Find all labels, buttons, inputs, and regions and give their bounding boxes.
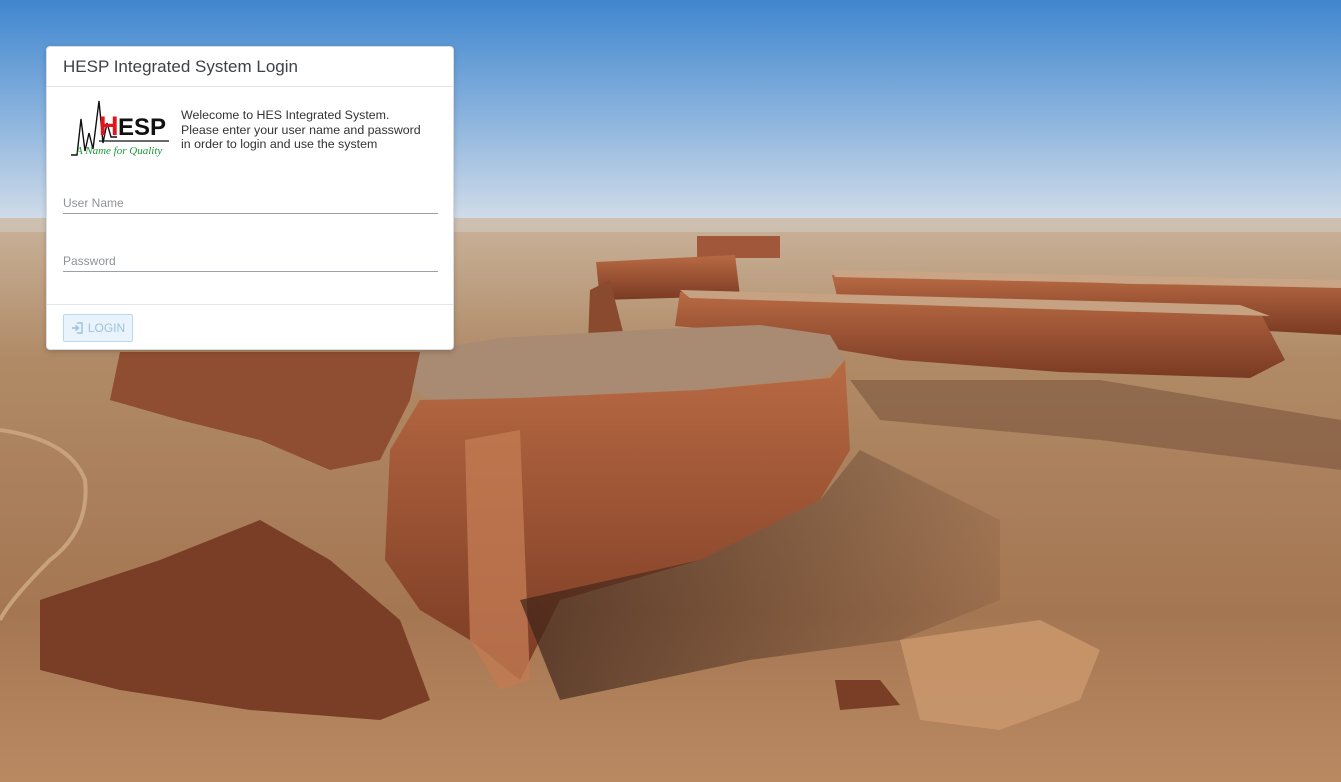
login-button[interactable]: LOGIN xyxy=(63,314,133,342)
logo-letters-esp: ESP xyxy=(118,114,166,141)
login-button-label: LOGIN xyxy=(87,321,126,335)
welcome-line-3: in order to login and use the system xyxy=(181,137,378,151)
login-card-header: HESP Integrated System Login xyxy=(47,47,453,87)
login-card-footer: LOGIN xyxy=(47,304,453,350)
sign-in-icon xyxy=(71,322,83,334)
logo-tagline: A Name for Quality xyxy=(75,145,162,157)
password-input[interactable] xyxy=(63,251,438,272)
login-title: HESP Integrated System Login xyxy=(63,57,298,76)
welcome-line-1: Welecome to HES Integrated System. xyxy=(181,108,390,122)
login-card-body: H ESP A Name for Quality Welecome to HES… xyxy=(47,87,453,305)
welcome-line-2: Please enter your user name and password xyxy=(181,122,421,137)
logo-letter-h: H xyxy=(99,111,119,141)
username-input[interactable] xyxy=(63,193,438,214)
login-card: HESP Integrated System Login H ESP A Nam… xyxy=(46,46,454,350)
welcome-message: Welecome to HES Integrated System. Pleas… xyxy=(181,108,443,152)
hesp-logo: H ESP A Name for Quality xyxy=(71,100,169,157)
